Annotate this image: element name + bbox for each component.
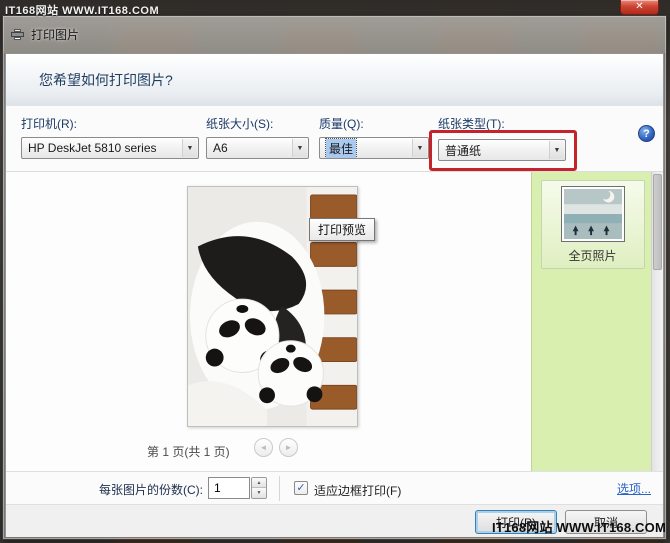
watermark-bottom: IT168网站 WWW.IT168.COM [492,520,666,535]
copies-input[interactable] [208,477,250,499]
next-page-button[interactable]: ► [279,438,298,457]
watermark-top: IT168网站 WWW.IT168.COM [5,5,160,17]
copies-label: 每张图片的份数(C): [99,483,203,497]
layout-item-full-page[interactable]: 全页照片 [540,180,645,269]
fit-to-frame-label: 适应边框打印(F) [314,484,402,498]
paper-size-dropdown[interactable]: A6 ▼ [206,137,309,159]
page-status: 第 1 页(共 1 页) [147,445,230,459]
paper-type-label: 纸张类型(T): [438,117,505,131]
screen: IT168网站 WWW.IT168.COM 打印图片 ✕ 您希望如何打印图片? … [0,0,670,543]
paper-size-label: 纸张大小(S): [206,117,274,131]
help-button[interactable]: ? [638,125,655,142]
quality-label: 质量(Q): [319,117,364,131]
options-link[interactable]: 选项... [617,480,651,497]
close-icon: ✕ [635,1,644,12]
preview-region: 打印预览 第 1 页(共 1 页) ◄ ► 全页照片 [6,171,663,471]
footer-controls: 每张图片的份数(C): ▲ ▼ ✓ 适应边框打印(F) 选项... [6,471,663,504]
window-title: 打印图片 [31,28,80,42]
dialog-body: 您希望如何打印图片? 打印机(R): HP DeskJet 5810 serie… [5,53,664,537]
quality-dropdown[interactable]: 最佳 ▼ [319,137,429,159]
copies-stepper[interactable]: ▲ ▼ [251,477,267,499]
print-preview-tooltip: 打印预览 [309,218,376,241]
sidebar-scrollbar[interactable] [651,172,663,471]
full-page-thumbnail-graphic [563,189,622,239]
fit-to-frame-checkbox[interactable]: ✓ [294,481,308,495]
print-settings-row: 打印机(R): HP DeskJet 5810 series ▼ 纸张大小(S)… [6,106,663,171]
header-band: 您希望如何打印图片? [6,54,663,106]
chevron-down-icon: ▼ [412,139,427,157]
title-bar[interactable]: 打印图片 [3,16,666,53]
check-icon: ✓ [296,481,306,494]
arrow-right-icon: ► [284,443,293,452]
arrow-up-icon: ▲ [256,479,262,486]
dialog-question: 您希望如何打印图片? [39,71,173,88]
close-button[interactable]: ✕ [620,0,659,15]
help-icon: ? [643,127,650,140]
chevron-down-icon: ▼ [182,139,197,157]
layout-label: 全页照片 [568,249,617,263]
printer-dropdown[interactable]: HP DeskJet 5810 series ▼ [21,137,199,159]
scrollbar-thumb[interactable] [653,174,662,270]
arrow-down-icon: ▼ [256,490,262,496]
chevron-down-icon: ▼ [549,141,564,159]
stepper-down-button[interactable]: ▼ [252,488,266,498]
previous-page-button[interactable]: ◄ [254,438,273,457]
paper-type-dropdown[interactable]: 普通纸 ▼ [438,139,566,161]
printer-icon [11,29,24,40]
stepper-up-button[interactable]: ▲ [252,478,266,488]
printer-label: 打印机(R): [21,117,77,131]
layout-sidebar: 全页照片 [531,172,653,471]
layout-thumbnail [560,186,625,242]
arrow-left-icon: ◄ [259,443,268,452]
divider [279,476,280,501]
chevron-down-icon: ▼ [292,139,307,157]
